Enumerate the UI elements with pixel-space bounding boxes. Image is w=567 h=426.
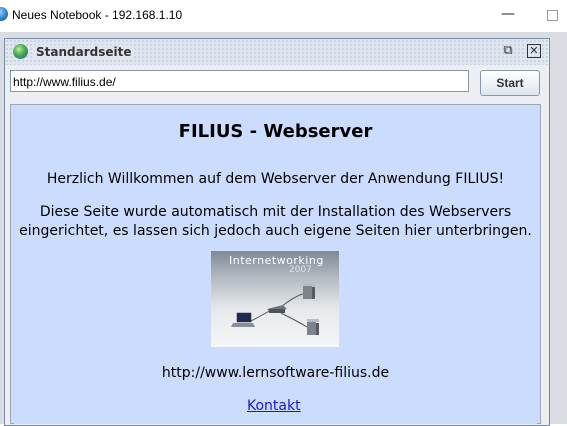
page-heading: FILIUS - Webserver <box>178 121 373 142</box>
description-line-2: eingerichtet, es lassen sich jedoch auch… <box>19 223 532 239</box>
network-diagram-icon <box>231 283 319 335</box>
browser-frame-titlebar: Standardseite ⧉ ✕ <box>5 39 548 65</box>
start-button[interactable]: Start <box>480 70 540 96</box>
url-input[interactable]: http://www.filius.de/ <box>10 70 469 92</box>
window-titlebar: Neues Notebook - 192.168.1.10 — <box>0 0 567 32</box>
maximize-button[interactable] <box>547 10 558 21</box>
web-page: FILIUS - Webserver Herzlich Willkommen a… <box>14 110 537 424</box>
globe-icon <box>13 44 28 59</box>
window-title: Neues Notebook - 192.168.1.10 <box>12 8 183 22</box>
welcome-text: Herzlich Willkommen auf dem Webserver de… <box>46 171 505 187</box>
browser-frame-title: Standardseite <box>34 45 134 59</box>
restore-button[interactable]: ⧉ <box>501 44 515 58</box>
site-url-text: http://www.lernsoftware-filius.de <box>161 365 390 381</box>
internetworking-logo: Internetworking 2007 <box>211 251 339 347</box>
close-button[interactable]: ✕ <box>527 44 541 58</box>
description-line-1: Diese Seite wurde automatisch mit der In… <box>39 204 512 220</box>
minimize-button[interactable]: — <box>501 7 515 23</box>
contact-link[interactable]: Kontakt <box>247 398 301 414</box>
app-icon <box>0 7 8 21</box>
description-text: Diese Seite wurde automatisch mit der In… <box>14 203 537 241</box>
